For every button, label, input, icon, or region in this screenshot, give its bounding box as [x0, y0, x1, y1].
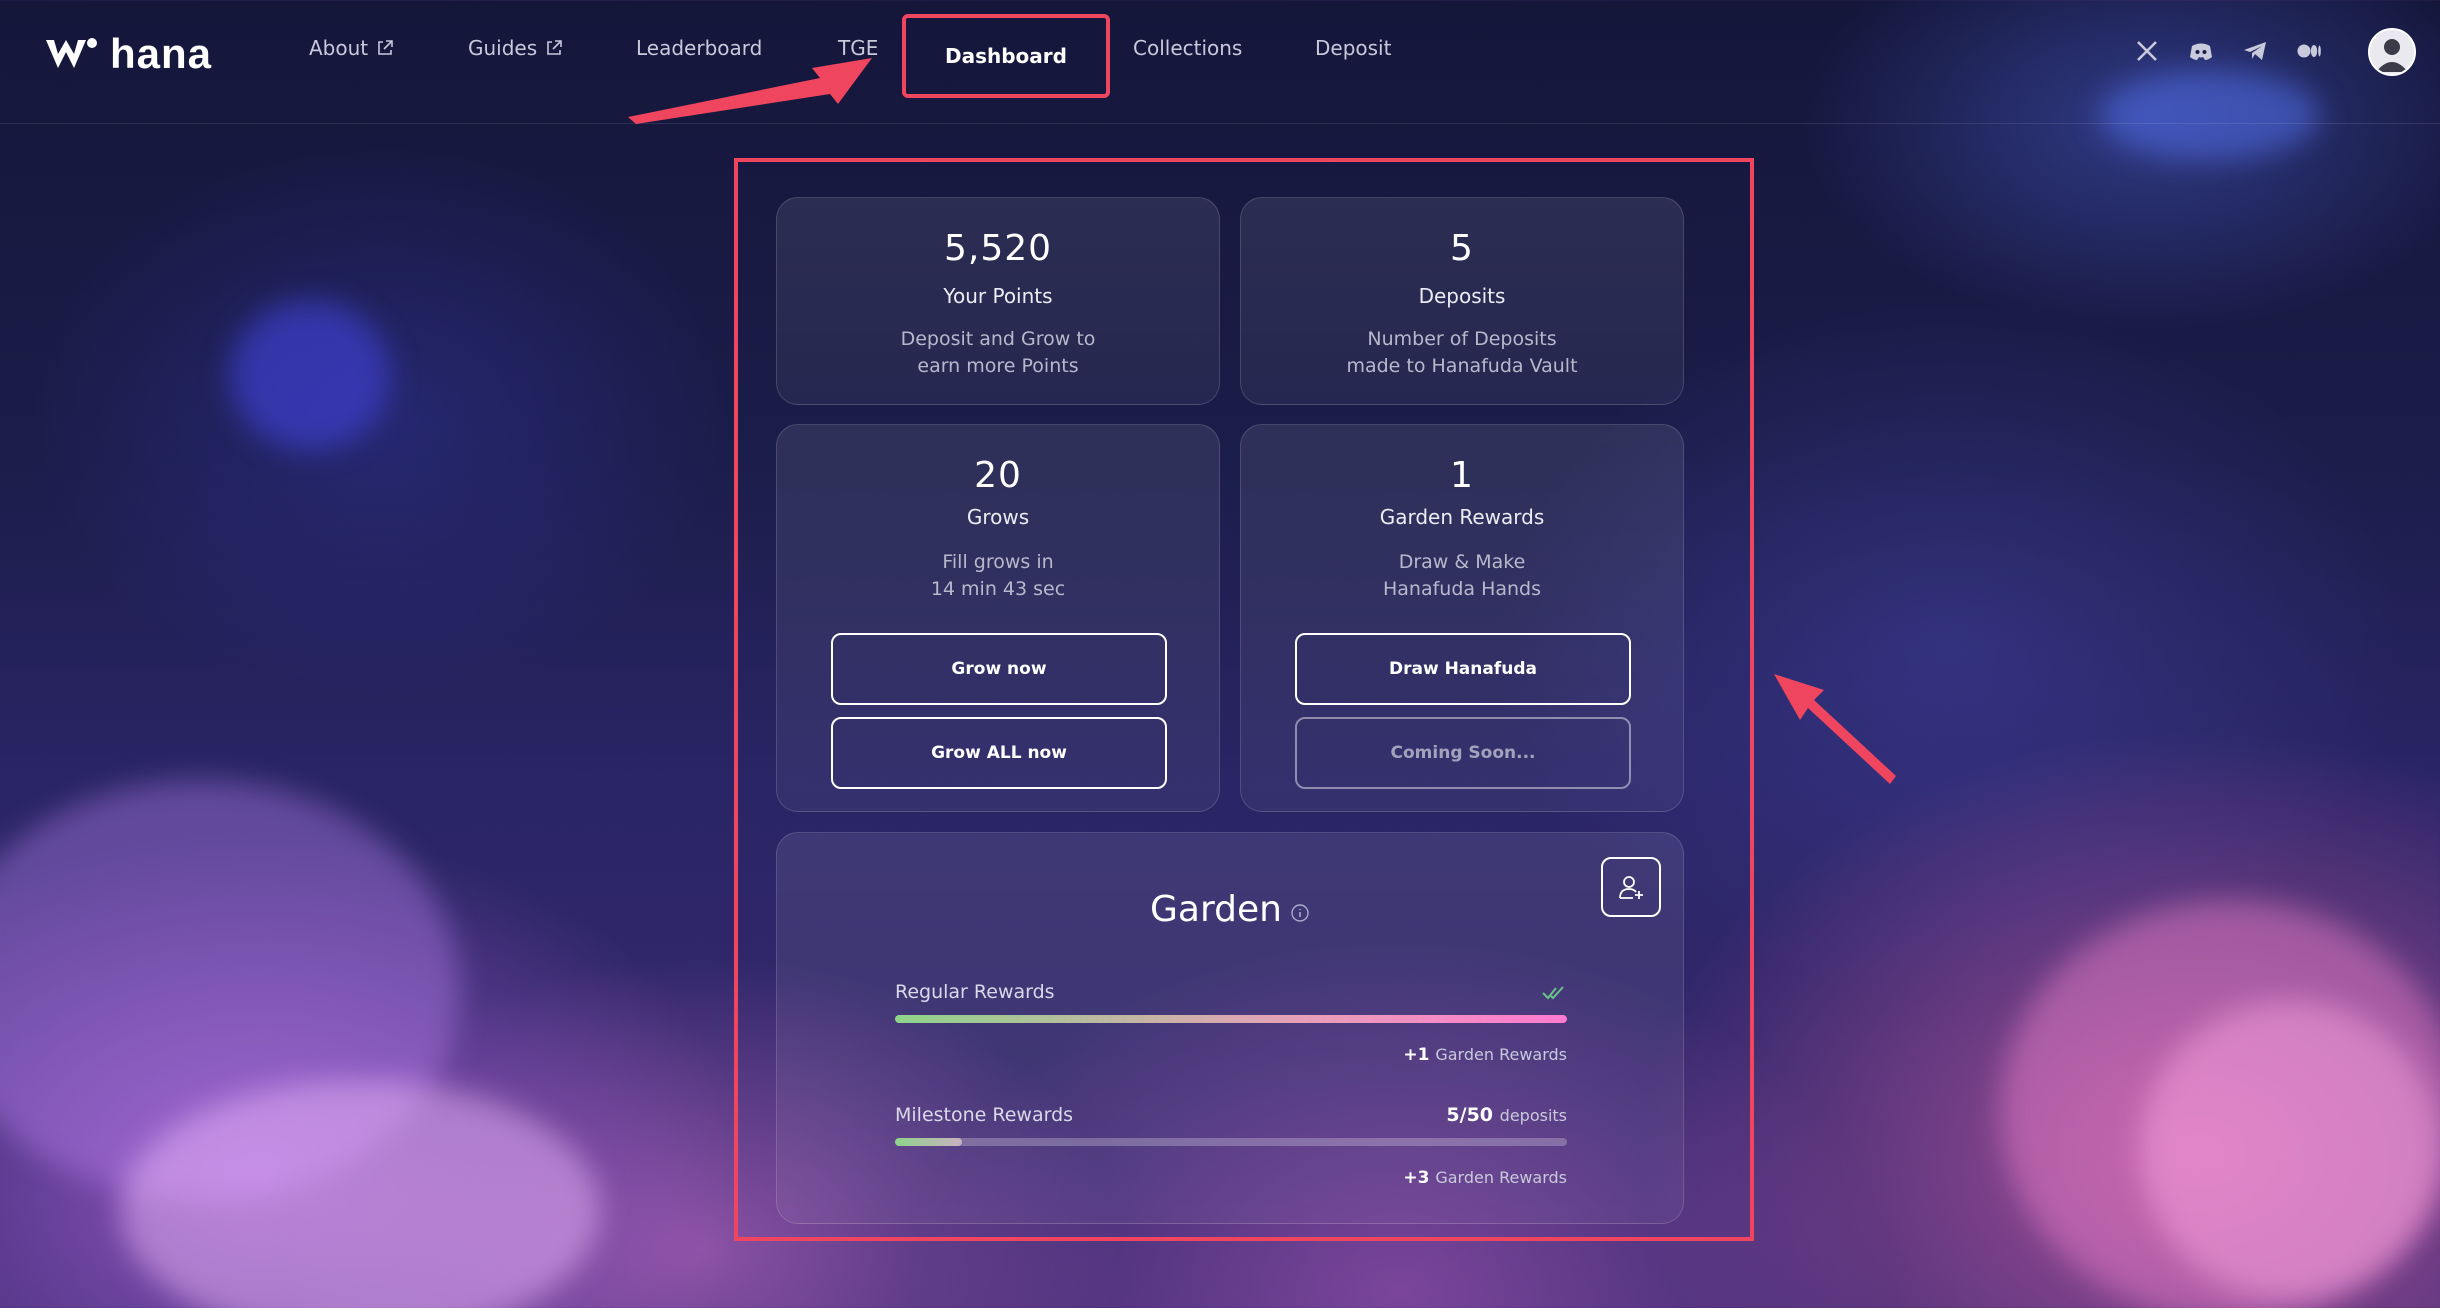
top-nav-bar: hana About Guides Leaderboard TGE Dashbo…	[0, 0, 2440, 124]
milestone-rewards-count: +3	[1403, 1168, 1430, 1188]
nav-leaderboard-label: Leaderboard	[636, 36, 763, 60]
garden-rewards-card: 1 Garden Rewards Draw & Make Hanafuda Ha…	[1240, 424, 1684, 812]
milestone-rewards-unit: Garden Rewards	[1435, 1168, 1567, 1187]
add-friend-button[interactable]	[1601, 857, 1661, 917]
nav-collections-label: Collections	[1133, 36, 1243, 60]
nav-tge[interactable]: TGE	[838, 36, 878, 60]
nav-guides-label: Guides	[468, 36, 538, 60]
brand-name: hana	[110, 30, 213, 77]
regular-rewards-sub: +1 Garden Rewards	[1403, 1045, 1567, 1065]
garden-heading: Garden	[777, 889, 1683, 930]
telegram-icon[interactable]	[2242, 38, 2268, 64]
double-check-icon	[1542, 986, 1564, 1000]
discord-icon[interactable]	[2188, 38, 2214, 64]
regular-rewards-progress-track	[895, 1015, 1567, 1023]
user-avatar[interactable]	[2368, 28, 2416, 76]
garden-rewards-label: Garden Rewards	[1379, 505, 1545, 529]
user-add-icon	[1619, 876, 1643, 899]
points-value: 5,520	[943, 228, 1053, 269]
external-link-icon	[547, 40, 562, 55]
grow-all-now-button[interactable]: Grow ALL now	[831, 717, 1167, 789]
regular-rewards-count: +1	[1403, 1045, 1430, 1065]
garden-rewards-desc-line2: Hanafuda Hands	[1382, 578, 1542, 600]
points-label: Your Points	[943, 284, 1053, 308]
milestone-rewards-progress-fill	[895, 1138, 963, 1146]
background-flower	[0, 780, 460, 1200]
milestone-rewards-label: Milestone Rewards	[895, 1104, 1074, 1126]
deposits-desc-line2: made to Hanafuda Vault	[1346, 355, 1578, 377]
milestone-rewards-progress-track	[895, 1138, 1567, 1146]
medium-icon[interactable]	[2296, 38, 2322, 64]
annotation-arrow-panel	[1774, 674, 1896, 784]
nav-dashboard-label: Dashboard	[945, 44, 1067, 68]
nav-about[interactable]: About	[309, 36, 394, 60]
x-icon[interactable]	[2134, 38, 2160, 64]
garden-title: Garden	[1150, 889, 1282, 930]
info-icon[interactable]	[1290, 903, 1310, 923]
grows-desc-line1: Fill grows in	[942, 551, 1054, 573]
regular-rewards-label: Regular Rewards	[895, 981, 1055, 1003]
brand-logo[interactable]: hana	[44, 30, 212, 78]
points-desc-line1: Deposit and Grow to	[900, 328, 1096, 350]
background-flower	[120, 1080, 600, 1308]
background-butterfly	[230, 300, 390, 450]
nav-dashboard[interactable]: Dashboard	[902, 14, 1110, 98]
milestone-progress-value: 5/50	[1446, 1104, 1494, 1126]
draw-hanafuda-button[interactable]: Draw Hanafuda	[1295, 633, 1631, 705]
milestone-progress-text: 5/50 deposits	[1446, 1104, 1567, 1126]
nav-leaderboard[interactable]: Leaderboard	[636, 36, 762, 60]
external-link-icon	[378, 40, 393, 55]
milestone-rewards-sub: +3 Garden Rewards	[1403, 1168, 1567, 1188]
user-avatar-icon	[2370, 30, 2414, 74]
nav-about-label: About	[309, 36, 369, 60]
grows-label: Grows	[966, 505, 1030, 529]
coming-soon-button: Coming Soon...	[1295, 717, 1631, 789]
milestone-progress-unit: deposits	[1499, 1106, 1567, 1125]
regular-rewards-progress-fill	[895, 1015, 1567, 1023]
hana-logo-icon	[46, 38, 97, 68]
background-flower	[2140, 1000, 2440, 1300]
nav-deposit-label: Deposit	[1315, 36, 1392, 60]
deposits-desc-line1: Number of Deposits	[1367, 328, 1557, 350]
deposits-card: 5 Deposits Number of Deposits made to Ha…	[1240, 197, 1684, 405]
points-card: 5,520 Your Points Deposit and Grow to ea…	[776, 197, 1220, 405]
nav-deposit[interactable]: Deposit	[1315, 36, 1391, 60]
garden-rewards-value: 1	[1450, 455, 1474, 496]
nav-tge-label: TGE	[838, 36, 879, 60]
deposits-label: Deposits	[1418, 284, 1506, 308]
garden-panel: Garden Regular Rewards +1 Garden Rewards…	[776, 832, 1684, 1224]
grow-now-button[interactable]: Grow now	[831, 633, 1167, 705]
points-desc-line2: earn more Points	[917, 355, 1079, 377]
regular-rewards-unit: Garden Rewards	[1435, 1045, 1567, 1064]
nav-collections[interactable]: Collections	[1133, 36, 1242, 60]
nav-guides[interactable]: Guides	[468, 36, 563, 60]
grows-timer: 14 min 43 sec	[930, 578, 1066, 600]
background-flower	[2000, 900, 2440, 1308]
garden-rewards-desc-line1: Draw & Make	[1398, 551, 1526, 573]
deposits-value: 5	[1450, 228, 1474, 269]
grows-card: 20 Grows Fill grows in 14 min 43 sec Gro…	[776, 424, 1220, 812]
grows-value: 20	[974, 455, 1022, 496]
